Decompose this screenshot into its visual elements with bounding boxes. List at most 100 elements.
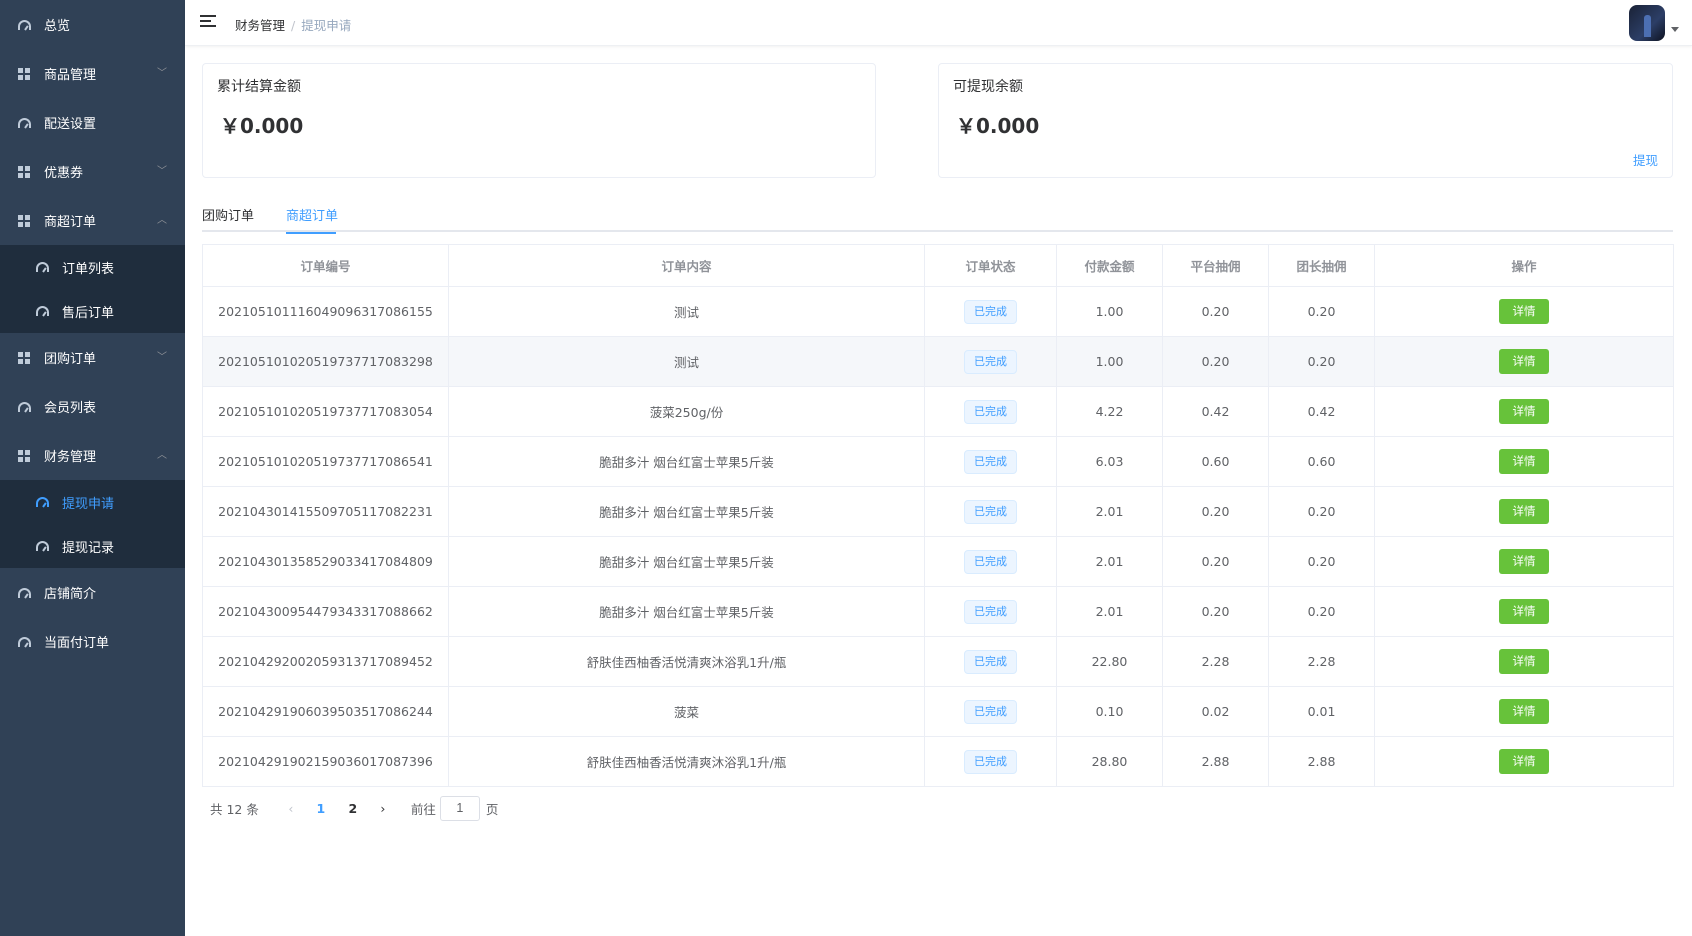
leader-commission: 2.28: [1268, 636, 1375, 687]
detail-button[interactable]: 详情: [1499, 599, 1549, 624]
table-row: 202104292002059313717089452 舒肤佳西柚香活悦清爽沐浴…: [202, 636, 1674, 687]
order-id: 202104291906039503517086244: [202, 686, 449, 737]
pagination-total: 共 12 条: [210, 801, 259, 817]
sidebar-item-withdraw-records[interactable]: 提现记录: [0, 524, 185, 568]
sidebar-item-products[interactable]: 商品管理 ﹀: [0, 49, 185, 98]
dashboard-icon: [35, 539, 49, 553]
sidebar-item-label: 配送设置: [44, 117, 97, 132]
detail-button[interactable]: 详情: [1499, 399, 1549, 424]
column-header: 订单内容: [448, 244, 925, 287]
table-row: 202105101020519737717086541 脆甜多汁 烟台红富士苹果…: [202, 436, 1674, 487]
status-badge: 已完成: [964, 749, 1017, 774]
next-page-icon[interactable]: ›: [369, 801, 397, 816]
detail-button[interactable]: 详情: [1499, 749, 1549, 774]
leader-commission: 0.42: [1268, 386, 1375, 437]
detail-button[interactable]: 详情: [1499, 499, 1549, 524]
platform-commission: 0.20: [1162, 536, 1269, 587]
sidebar-item-after-sale[interactable]: 售后订单: [0, 289, 185, 333]
detail-button[interactable]: 详情: [1499, 649, 1549, 674]
payment-amount: 2.01: [1056, 536, 1163, 587]
order-content: 舒肤佳西柚香活悦清爽沐浴乳1升/瓶: [448, 736, 925, 787]
order-content: 脆甜多汁 烟台红富士苹果5斤装: [448, 586, 925, 637]
dashboard-icon: [17, 116, 31, 130]
sidebar-item-in-person-orders[interactable]: 当面付订单: [0, 617, 185, 666]
breadcrumb-current: 提现申请: [301, 18, 352, 33]
chevron-down-icon: ﹀: [157, 67, 167, 79]
platform-commission: 2.28: [1162, 636, 1269, 687]
status-badge: 已完成: [964, 649, 1017, 674]
order-content: 舒肤佳西柚香活悦清爽沐浴乳1升/瓶: [448, 636, 925, 687]
sidebar-item-label: 当面付订单: [44, 636, 110, 651]
table-row: 202104300954479343317088662 脆甜多汁 烟台红富士苹果…: [202, 586, 1674, 637]
detail-button[interactable]: 详情: [1499, 299, 1549, 324]
orders-table: 订单编号 订单内容 订单状态 付款金额 平台抽佣 团长抽佣 操作 2021051…: [202, 244, 1674, 787]
sidebar: 总览 商品管理 ﹀ 配送设置 优惠券 ﹀ 商超订单 ︿ 订单列表 售后订单 团购…: [0, 0, 185, 936]
grid-icon: [17, 214, 31, 228]
platform-commission: 0.42: [1162, 386, 1269, 437]
sidebar-item-store-intro[interactable]: 店铺简介: [0, 568, 185, 617]
grid-icon: [17, 351, 31, 365]
leader-commission: 0.20: [1268, 286, 1375, 337]
sidebar-item-supermarket-orders[interactable]: 商超订单 ︿: [0, 196, 185, 245]
table-row: 202104291906039503517086244 菠菜 已完成 0.10 …: [202, 686, 1674, 737]
card-title: 累计结算金额: [217, 79, 301, 95]
payment-amount: 2.01: [1056, 586, 1163, 637]
status-badge: 已完成: [964, 599, 1017, 624]
sidebar-item-label: 团购订单: [44, 352, 97, 367]
sidebar-item-label: 提现申请: [62, 496, 115, 512]
leader-commission: 0.20: [1268, 336, 1375, 387]
caret-down-icon[interactable]: [1671, 27, 1679, 32]
sidebar-item-finance[interactable]: 财务管理 ︿: [0, 431, 185, 480]
hamburger-icon[interactable]: [200, 15, 216, 29]
submenu-supermarket-orders: 订单列表 售后订单: [0, 245, 185, 333]
sidebar-item-coupons[interactable]: 优惠券 ﹀: [0, 147, 185, 196]
pagination: 共 12 条 ‹ 1 2 › 前往 页: [210, 795, 498, 821]
table-row: 202105101020519737717083298 测试 已完成 1.00 …: [202, 336, 1674, 387]
goto-page-input[interactable]: [439, 795, 480, 821]
chevron-down-icon: ﹀: [157, 165, 167, 177]
order-id: 202104291902159036017087396: [202, 736, 449, 787]
sidebar-item-members[interactable]: 会员列表: [0, 382, 185, 431]
detail-button[interactable]: 详情: [1499, 699, 1549, 724]
column-header: 团长抽佣: [1268, 244, 1375, 287]
detail-button[interactable]: 详情: [1499, 549, 1549, 574]
sidebar-item-label: 总览: [44, 19, 71, 34]
table-row: 202104291902159036017087396 舒肤佳西柚香活悦清爽沐浴…: [202, 736, 1674, 787]
avatar[interactable]: [1629, 5, 1665, 41]
detail-button[interactable]: 详情: [1499, 449, 1549, 474]
sidebar-item-delivery[interactable]: 配送设置: [0, 98, 185, 147]
table-row: 202105101020519737717083054 菠菜250g/份 已完成…: [202, 386, 1674, 437]
sidebar-item-order-list[interactable]: 订单列表: [0, 245, 185, 289]
sidebar-item-overview[interactable]: 总览: [0, 0, 185, 49]
dashboard-icon: [35, 495, 49, 509]
platform-commission: 0.20: [1162, 336, 1269, 387]
prev-page-icon[interactable]: ‹: [277, 801, 305, 816]
breadcrumb-item[interactable]: 财务管理: [235, 18, 285, 33]
leader-commission: 0.60: [1268, 436, 1375, 487]
order-content: 脆甜多汁 烟台红富士苹果5斤装: [448, 436, 925, 487]
card-title: 可提现余额: [953, 79, 1023, 95]
page-number[interactable]: 2: [337, 801, 369, 816]
payment-amount: 0.10: [1056, 686, 1163, 737]
sidebar-item-label: 商超订单: [44, 215, 97, 230]
sidebar-item-label: 售后订单: [62, 305, 115, 321]
order-content: 脆甜多汁 烟台红富士苹果5斤装: [448, 536, 925, 587]
detail-button[interactable]: 详情: [1499, 349, 1549, 374]
platform-commission: 0.20: [1162, 286, 1269, 337]
order-id: 202104300954479343317088662: [202, 586, 449, 637]
total-settlement-card: 累计结算金额 ￥0.000: [202, 63, 876, 178]
status-badge: 已完成: [964, 449, 1017, 474]
column-header: 订单编号: [202, 244, 449, 287]
withdraw-link[interactable]: 提现: [1633, 150, 1658, 169]
sidebar-item-withdraw-request[interactable]: 提现申请: [0, 480, 185, 524]
tab-group-orders[interactable]: 团购订单: [202, 205, 254, 232]
tab-supermarket-orders[interactable]: 商超订单: [286, 205, 338, 234]
status-badge: 已完成: [964, 299, 1017, 324]
page-number[interactable]: 1: [305, 801, 337, 816]
grid-icon: [17, 449, 31, 463]
column-header: 平台抽佣: [1162, 244, 1269, 287]
order-id: 202105101116049096317086155: [202, 286, 449, 337]
payment-amount: 4.22: [1056, 386, 1163, 437]
status-badge: 已完成: [964, 549, 1017, 574]
sidebar-item-group-orders[interactable]: 团购订单 ﹀: [0, 333, 185, 382]
